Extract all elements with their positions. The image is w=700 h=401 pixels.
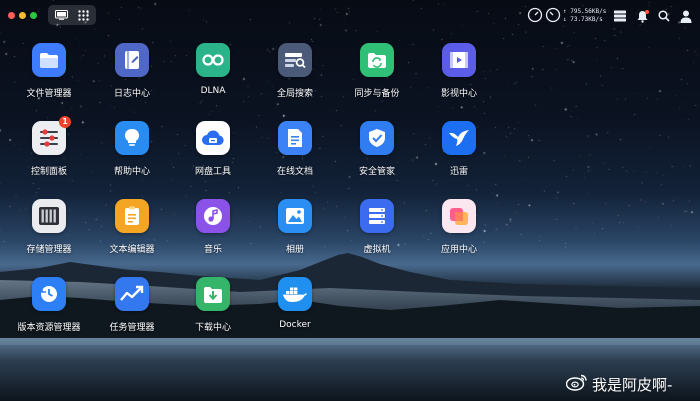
dlna-icon [196,43,230,77]
music-icon [196,199,230,233]
log-book-icon [115,43,149,77]
view-toggle [48,5,96,25]
app-tile-folder[interactable]: 文件管理器 [9,43,89,99]
app-label: 同步与备份 [354,89,400,99]
version-explorer-icon [32,277,66,311]
app-tile-control-panel[interactable]: 1 控制面板 [9,116,89,177]
app-label: 网盘工具 [194,167,231,177]
text-editor-icon [115,199,149,233]
app-tile-online-doc[interactable]: 在线文档 [255,121,335,177]
app-label: 音乐 [203,245,222,255]
app-tile-thunder-bird[interactable]: 迅雷 [419,121,499,177]
app-tile-version-explorer[interactable]: 版本资源管理器 [9,277,89,333]
app-label: Docker [279,320,311,330]
app-label: 下载中心 [194,323,231,333]
video-icon [442,43,476,77]
notification-badge: 1 [59,116,71,128]
docker-icon [278,277,312,311]
app-tile-docker[interactable]: Docker [255,277,335,330]
network-rates: ↑ 795.56KB/s ↓ 73.73KB/s [563,8,606,24]
thunder-bird-icon [442,121,476,155]
app-tile-log-book[interactable]: 日志中心 [92,43,172,99]
security-shield-icon [360,121,394,155]
download-center-icon [196,277,230,311]
app-tile-help-bulb[interactable]: 帮助中心 [92,121,172,177]
app-label: 应用中心 [440,245,477,255]
app-label: 控制面板 [30,167,67,177]
app-label: 虚拟机 [363,245,391,255]
app-grid-icon[interactable] [74,8,92,22]
desktop-view-icon[interactable] [52,8,70,22]
app-label: 全局搜索 [276,89,313,99]
weibo-icon [565,373,588,395]
app-tile-photo-album[interactable]: 相册 [255,199,335,255]
app-tile-app-center[interactable]: 应用中心 [419,199,499,255]
help-bulb-icon [115,121,149,155]
server-status-icon[interactable] [612,8,628,24]
app-label: 存储管理器 [26,245,72,255]
sync-backup-icon [360,43,394,77]
app-tile-storage[interactable]: 存储管理器 [9,199,89,255]
app-tile-video[interactable]: 影视中心 [419,43,499,99]
upload-rate: ↑ 795.56KB/s [563,8,607,15]
app-tile-sync-backup[interactable]: 同步与备份 [337,43,417,99]
control-panel-icon: 1 [32,116,71,155]
watermark: 我是阿皮啊- [565,373,673,395]
app-tile-virtual-machine[interactable]: 虚拟机 [337,199,417,255]
cloud-drive-icon [196,121,230,155]
task-manager-icon [115,277,149,311]
maximize-window-button[interactable] [30,12,37,19]
watermark-text: 我是阿皮啊- [592,375,673,394]
app-label: 影视中心 [440,89,477,99]
app-tile-cloud-drive[interactable]: 网盘工具 [173,121,253,177]
download-rate: ↓ 73.73KB/s [563,16,603,23]
memory-gauge-icon [545,7,561,23]
app-label: 任务管理器 [109,323,155,333]
app-label: 日志中心 [113,89,150,99]
app-tile-download-center[interactable]: 下载中心 [173,277,253,333]
user-icon[interactable] [678,8,694,24]
app-tile-dlna[interactable]: DLNA [173,43,253,96]
app-label: DLNA [200,86,226,96]
app-label: 帮助中心 [113,167,150,177]
app-center-icon [442,199,476,233]
app-tile-global-search[interactable]: 全局搜索 [255,43,335,99]
top-bar-tools [612,6,698,28]
app-label: 安全管家 [358,167,395,177]
virtual-machine-icon [360,199,394,233]
network-monitor[interactable]: ↑ 795.56KB/s ↓ 73.73KB/s [527,6,607,28]
folder-icon [32,43,66,77]
app-tile-text-editor[interactable]: 文本编辑器 [92,199,172,255]
minimize-window-button[interactable] [19,12,26,19]
app-label: 版本资源管理器 [17,323,81,333]
app-label: 在线文档 [276,167,313,177]
online-doc-icon [278,121,312,155]
storage-icon [32,199,66,233]
cpu-gauge-icon [527,7,543,23]
photo-album-icon [278,199,312,233]
app-label: 相册 [285,245,304,255]
app-label: 迅雷 [449,167,468,177]
global-search-icon [278,43,312,77]
app-label: 文件管理器 [26,89,72,99]
notification-bell-icon[interactable] [634,8,650,24]
close-window-button[interactable] [8,12,15,19]
top-bar: ↑ 795.56KB/s ↓ 73.73KB/s [0,0,700,32]
search-icon[interactable] [656,8,672,24]
app-label: 文本编辑器 [109,245,155,255]
app-tile-task-manager[interactable]: 任务管理器 [92,277,172,333]
app-tile-music[interactable]: 音乐 [173,199,253,255]
app-tile-security-shield[interactable]: 安全管家 [337,121,417,177]
